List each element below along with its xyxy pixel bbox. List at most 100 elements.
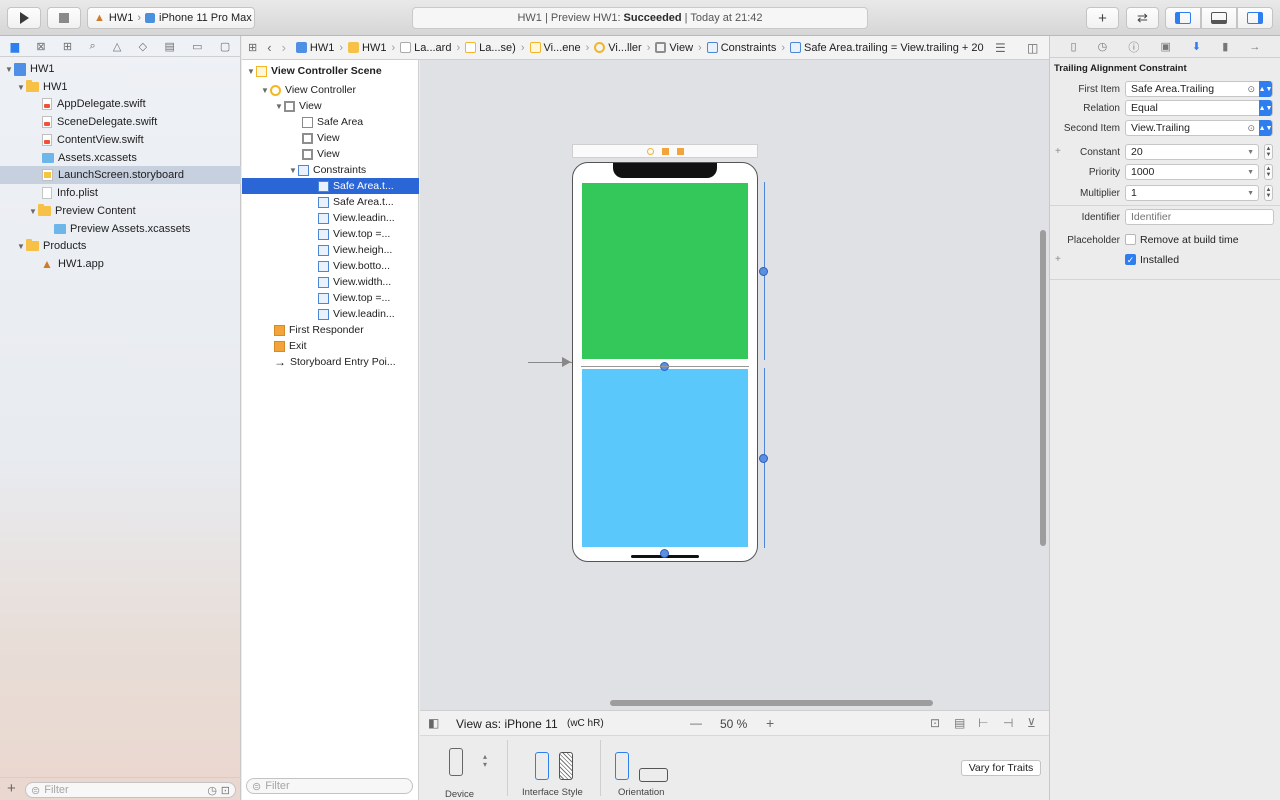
constant-stepper[interactable]: ▲ ▼ <box>1264 144 1273 160</box>
stack-icon[interactable]: ▤ <box>954 716 965 730</box>
stop-button[interactable] <box>47 7 81 29</box>
landscape-icon[interactable] <box>639 768 668 782</box>
outline-item-entry-point[interactable]: → Storyboard Entry Poi... <box>242 354 419 370</box>
scene-dock[interactable] <box>572 144 758 158</box>
crumb-constraints[interactable]: Constraints <box>706 42 776 54</box>
view-controller-icon[interactable] <box>646 147 654 155</box>
disclosure-open-icon[interactable]: ▼ <box>246 67 256 76</box>
nav-item-app[interactable]: ▲ HW1.app <box>0 255 241 273</box>
bottom-view[interactable] <box>582 369 748 547</box>
outline-item-constraint[interactable]: View.heigh... <box>242 242 419 258</box>
issue-tab-icon[interactable]: △ <box>113 40 121 53</box>
related-items-icon[interactable]: ⊞ <box>248 41 257 54</box>
outline-item-constraints[interactable]: ▼ Constraints <box>242 162 419 178</box>
crumb-view[interactable]: View <box>655 42 693 54</box>
outline-item-exit[interactable]: Exit <box>242 338 419 354</box>
device-portrait-icon[interactable] <box>449 748 463 776</box>
find-tab-icon[interactable]: ⌕ <box>89 40 95 53</box>
debug-tab-icon[interactable]: ▤ <box>164 40 174 53</box>
crumb-file[interactable]: La...ard <box>400 42 451 54</box>
toggle-inspector-button[interactable] <box>1237 7 1273 29</box>
exit-icon[interactable] <box>676 147 684 155</box>
history-inspector-icon[interactable]: ◷ <box>1098 40 1108 53</box>
identifier-input[interactable] <box>1125 209 1274 225</box>
add-variation-icon[interactable]: + <box>1055 254 1061 265</box>
constraint-line-middle[interactable] <box>581 366 749 367</box>
attributes-inspector-icon[interactable]: ⬇ <box>1192 40 1201 53</box>
outline-item-constraint[interactable]: Safe Area.t... <box>242 178 419 194</box>
outline-item-safe-area[interactable]: Safe Area <box>242 114 419 130</box>
canvas-vertical-scrollbar[interactable] <box>1037 60 1049 710</box>
crumb-controller[interactable]: Vi...ller <box>594 42 642 54</box>
recent-files-icon[interactable]: ◷ <box>207 784 217 797</box>
nav-item-scenedelegate[interactable]: SceneDelegate.swift <box>0 113 241 131</box>
circle-arrow-icon[interactable]: ⊙ <box>1247 84 1255 95</box>
nav-item-infoplist[interactable]: Info.plist <box>0 184 241 202</box>
dark-mode-icon[interactable] <box>559 752 573 780</box>
canvas-horizontal-scrollbar[interactable] <box>420 696 1037 710</box>
identity-inspector-icon[interactable]: ▣ <box>1160 40 1170 53</box>
chevron-down-icon[interactable]: ▼ <box>1247 169 1254 176</box>
crumb-base[interactable]: La...se) <box>465 42 516 54</box>
toggle-debug-area-button[interactable] <box>1201 7 1237 29</box>
storyboard-canvas[interactable] <box>420 60 1037 696</box>
outline-item-constraint[interactable]: View.leadin... <box>242 210 419 226</box>
crumb-constraint[interactable]: Safe Area.trailing = View.trailing + 20 <box>790 42 984 54</box>
source-control-tab-icon[interactable]: ⊠ <box>36 40 45 53</box>
priority-field[interactable]: 1000 ▼ <box>1125 164 1259 180</box>
size-inspector-icon[interactable]: ▮ <box>1222 40 1228 53</box>
chevron-down-icon[interactable]: ▼ <box>1247 190 1254 197</box>
help-inspector-icon[interactable]: ⓘ <box>1128 39 1139 55</box>
multiplier-stepper[interactable]: ▲ ▼ <box>1264 185 1273 201</box>
library-button[interactable]: + <box>1086 7 1119 29</box>
outline-item-constraint[interactable]: View.top =... <box>242 226 419 242</box>
relation-popup[interactable]: Equal ▲▼ <box>1125 100 1273 116</box>
disclosure-open-icon[interactable]: ▼ <box>28 207 38 216</box>
outline-item-view-controller[interactable]: ▼ View Controller <box>242 82 419 98</box>
circle-arrow-icon[interactable]: ⊙ <box>1247 123 1255 134</box>
resolve-issues-icon[interactable]: ⊻ <box>1027 716 1036 730</box>
outline-item-constraint[interactable]: Safe Area.t... <box>242 194 419 210</box>
disclosure-open-icon[interactable]: ▼ <box>16 242 26 251</box>
outline-item-constraint[interactable]: View.top =... <box>242 290 419 306</box>
test-tab-icon[interactable]: ◇ <box>139 40 147 53</box>
scm-filter-icon[interactable]: ⊡ <box>221 784 230 797</box>
constraint-handle[interactable] <box>660 549 669 558</box>
device-stepper-icon[interactable]: ▴ ▾ <box>483 753 487 769</box>
installed-checkbox[interactable]: ✓ <box>1125 254 1136 265</box>
disclosure-open-icon[interactable]: ▼ <box>260 86 270 95</box>
file-inspector-icon[interactable]: ▯ <box>1071 40 1077 53</box>
view-as-label[interactable]: View as: iPhone 11 <box>456 717 558 731</box>
outline-item-view-bottom[interactable]: View <box>242 146 419 162</box>
outline-item-view-top[interactable]: View <box>242 130 419 146</box>
update-frames-icon[interactable]: ⊡ <box>930 716 940 730</box>
connections-inspector-icon[interactable]: → <box>1249 41 1260 53</box>
add-constraints-icon[interactable]: ⊣ <box>1003 716 1013 730</box>
nav-item-assets[interactable]: Assets.xcassets <box>0 149 241 167</box>
chevron-down-icon[interactable]: ▼ <box>1247 149 1254 156</box>
symbol-tab-icon[interactable]: ⊞ <box>63 40 72 53</box>
disclosure-open-icon[interactable]: ▼ <box>16 83 26 92</box>
outline-item-root-view[interactable]: ▼ View <box>242 98 419 114</box>
vary-for-traits-button[interactable]: Vary for Traits <box>961 760 1041 776</box>
forward-icon[interactable]: › <box>282 40 286 55</box>
scroll-thumb[interactable] <box>610 700 933 706</box>
disclosure-open-icon[interactable]: ▼ <box>288 166 298 175</box>
constant-field[interactable]: 20 ▼ <box>1125 144 1259 160</box>
disclosure-open-icon[interactable]: ▼ <box>4 65 14 74</box>
second-item-popup[interactable]: View.Trailing ⊙ ▲▼ <box>1125 120 1273 136</box>
first-item-popup[interactable]: Safe Area.Trailing ⊙ ▲▼ <box>1125 81 1273 97</box>
constraint-handle[interactable] <box>759 454 768 463</box>
first-responder-icon[interactable] <box>661 147 669 155</box>
toggle-navigator-button[interactable] <box>1165 7 1201 29</box>
constraint-handle[interactable] <box>759 267 768 276</box>
chevron-updown-icon[interactable]: ▲▼ <box>1259 81 1272 97</box>
scroll-thumb[interactable] <box>1040 230 1046 546</box>
priority-stepper[interactable]: ▲ ▼ <box>1264 164 1273 180</box>
add-file-icon[interactable]: + <box>7 780 16 797</box>
crumb-scene[interactable]: Vi...ene <box>529 42 581 54</box>
outline-filter-input[interactable]: ⊜ Filter <box>246 778 413 794</box>
scheme-selector[interactable]: ▲ HW1 › iPhone 11 Pro Max <box>87 7 255 29</box>
nav-item-group-hw1[interactable]: ▼ HW1 <box>0 78 241 96</box>
align-icon[interactable]: ⊢ <box>978 716 988 730</box>
